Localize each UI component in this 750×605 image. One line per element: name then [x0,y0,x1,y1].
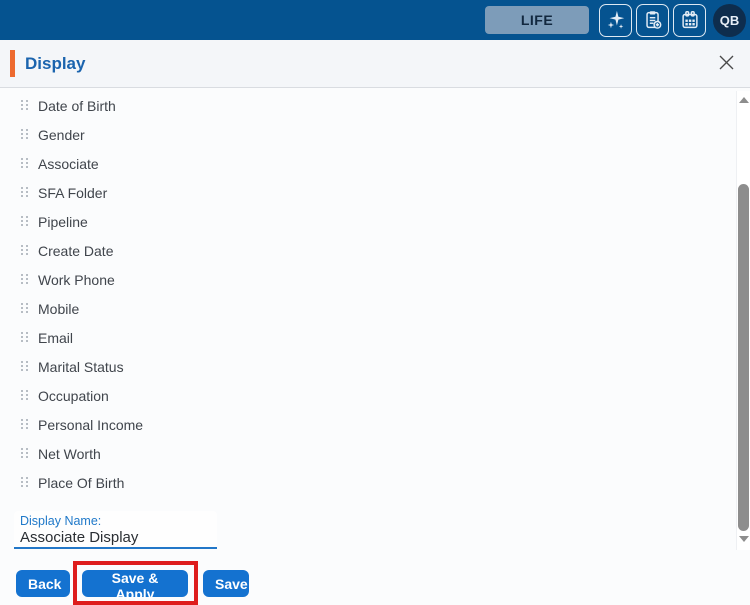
field-label: Work Phone [38,271,115,288]
save-and-apply-button[interactable]: Save & Apply [82,570,188,602]
close-icon [718,54,735,74]
field-label: Occupation [38,387,109,404]
drag-handle-icon[interactable] [21,186,29,199]
clipboard-add-icon [642,9,664,31]
drag-handle-icon[interactable] [21,128,29,141]
field-row[interactable]: Pipeline [0,207,730,236]
sparkles-icon [605,9,627,31]
field-label: Marital Status [38,358,124,375]
drag-handle-icon[interactable] [21,99,29,112]
display-name-label: Display Name: [20,514,102,528]
scrollbar-thumb[interactable] [738,184,749,531]
field-row[interactable]: Mobile [0,294,730,323]
vertical-scrollbar[interactable] [736,91,750,550]
ai-assistant-button[interactable] [599,3,632,37]
drag-handle-icon[interactable] [21,389,29,402]
field-label: Gender [38,126,85,143]
panel-header: Display [0,40,750,88]
field-row[interactable]: Place Of Birth [0,468,730,497]
field-label: Date of Birth [38,97,116,114]
field-label: Net Worth [38,445,101,462]
field-label: Email [38,329,74,346]
life-module-button[interactable]: LIFE [485,6,589,34]
field-row[interactable]: Net Worth [0,439,730,468]
calendar-icon [679,9,701,31]
field-label: Mobile [38,300,80,317]
field-row[interactable]: Create Date [0,236,730,265]
drag-handle-icon[interactable] [21,418,29,431]
drag-handle-icon[interactable] [21,215,29,228]
field-label: Create Date [38,242,114,259]
scroll-down-arrow[interactable] [737,532,750,546]
drag-handle-icon[interactable] [21,447,29,460]
field-label: SFA Folder [38,184,108,201]
close-button[interactable] [714,52,738,76]
drag-handle-icon[interactable] [21,157,29,170]
calendar-button[interactable] [673,3,706,37]
field-row[interactable]: Date of Birth [0,91,730,120]
field-row[interactable]: Marital Status [0,352,730,381]
drag-handle-icon[interactable] [21,244,29,257]
display-fields-list: Date of Birth Gender Associate SFA Folde… [0,91,730,497]
field-label: Place Of Birth [38,474,125,491]
field-row[interactable]: Email [0,323,730,352]
user-avatar[interactable]: QB [713,3,746,37]
field-row[interactable]: Work Phone [0,265,730,294]
back-button[interactable]: Back [16,570,70,597]
drag-handle-icon[interactable] [21,302,29,315]
field-row[interactable]: Personal Income [0,410,730,439]
save-button[interactable]: Save [203,570,249,597]
drag-handle-icon[interactable] [21,273,29,286]
drag-handle-icon[interactable] [21,360,29,373]
field-label: Personal Income [38,416,144,433]
field-row[interactable]: Associate [0,149,730,178]
add-note-button[interactable] [636,3,669,37]
display-name-input[interactable] [20,528,210,546]
display-name-field: Display Name: [14,511,217,549]
drag-handle-icon[interactable] [21,476,29,489]
page-title: Display [25,53,86,73]
accent-bar [10,50,15,77]
field-row[interactable]: Occupation [0,381,730,410]
field-row[interactable]: SFA Folder [0,178,730,207]
field-row[interactable]: Gender [0,120,730,149]
top-navigation-bar: LIFE QB [0,0,750,40]
field-label: Pipeline [38,213,88,230]
scroll-up-arrow[interactable] [737,93,750,107]
drag-handle-icon[interactable] [21,331,29,344]
field-label: Associate [38,155,99,172]
